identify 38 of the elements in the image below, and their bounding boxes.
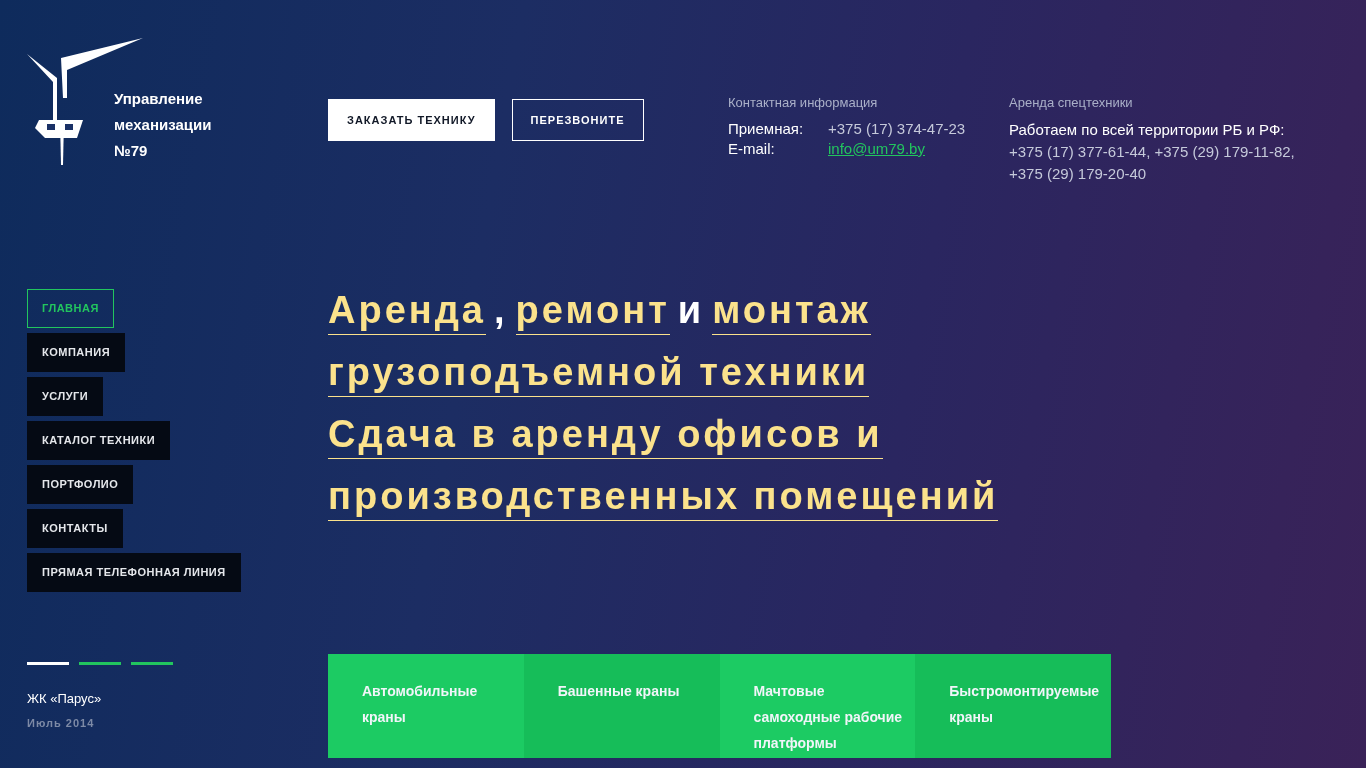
phone-numbers: +375 (29) 179-20-40 bbox=[1009, 163, 1148, 184]
callback-button[interactable]: ПЕРЕЗВОНИТЕ bbox=[511, 99, 644, 141]
rental-lead: Работаем по всей территории РБ и РФ: bbox=[1009, 119, 1286, 140]
company-name: Управление bbox=[114, 89, 204, 109]
headline-text: и bbox=[677, 287, 705, 333]
nav-item[interactable]: КОНТАКТЫ bbox=[27, 509, 123, 548]
headline-text: ремонт bbox=[515, 287, 670, 335]
headline-text: Аренда bbox=[328, 287, 486, 335]
headline-text: монтаж bbox=[712, 287, 871, 335]
nav-item[interactable]: ПОРТФОЛИО bbox=[27, 465, 134, 504]
nav-item[interactable]: КАТАЛОГ ТЕХНИКИ bbox=[27, 421, 171, 460]
company-name: №79 bbox=[114, 141, 149, 161]
headline-text: грузоподъемной техники bbox=[328, 349, 870, 397]
email-link[interactable]: info@um79.by bbox=[828, 138, 925, 159]
phone-numbers: +375 (17) 377-61-44, +375 (29) 179-11-82, bbox=[1009, 141, 1295, 162]
section-title: Контактная информация bbox=[728, 94, 879, 112]
slide-title: ЖК «Парус» bbox=[27, 690, 103, 708]
headline-text: Сдача в аренду офисов и bbox=[328, 411, 883, 459]
headline-text: производственных помещений bbox=[328, 473, 999, 521]
contact-label: Приемная: bbox=[728, 118, 805, 139]
slide-date: Июль 2014 bbox=[27, 715, 96, 731]
card-label: Мачтовые самоходные рабочие платформы bbox=[753, 681, 904, 753]
nav-item[interactable]: КОМПАНИЯ bbox=[27, 333, 126, 372]
headline-text: , bbox=[494, 287, 508, 333]
slide-indicator[interactable] bbox=[27, 662, 69, 665]
nav-item[interactable]: ГЛАВНАЯ bbox=[27, 289, 114, 328]
card-label: Автомобильные краны bbox=[362, 681, 479, 727]
card-label: Башенные краны bbox=[557, 681, 681, 701]
card-label: Быстромонтируемые краны bbox=[949, 681, 1101, 727]
phone-number: +375 (17) 374-47-23 bbox=[828, 118, 966, 139]
nav-item[interactable]: УСЛУГИ bbox=[27, 377, 104, 416]
slide-indicator[interactable] bbox=[131, 662, 173, 665]
slide-indicator[interactable] bbox=[79, 662, 121, 665]
nav-item[interactable]: ПРЯМАЯ ТЕЛЕФОННАЯ ЛИНИЯ bbox=[27, 553, 241, 592]
company-name: механизации bbox=[114, 115, 212, 135]
section-title: Аренда спецтехники bbox=[1009, 94, 1134, 112]
contact-label: E-mail: bbox=[728, 138, 776, 159]
order-button[interactable]: ЗАКАЗАТЬ ТЕХНИКУ bbox=[328, 99, 495, 141]
